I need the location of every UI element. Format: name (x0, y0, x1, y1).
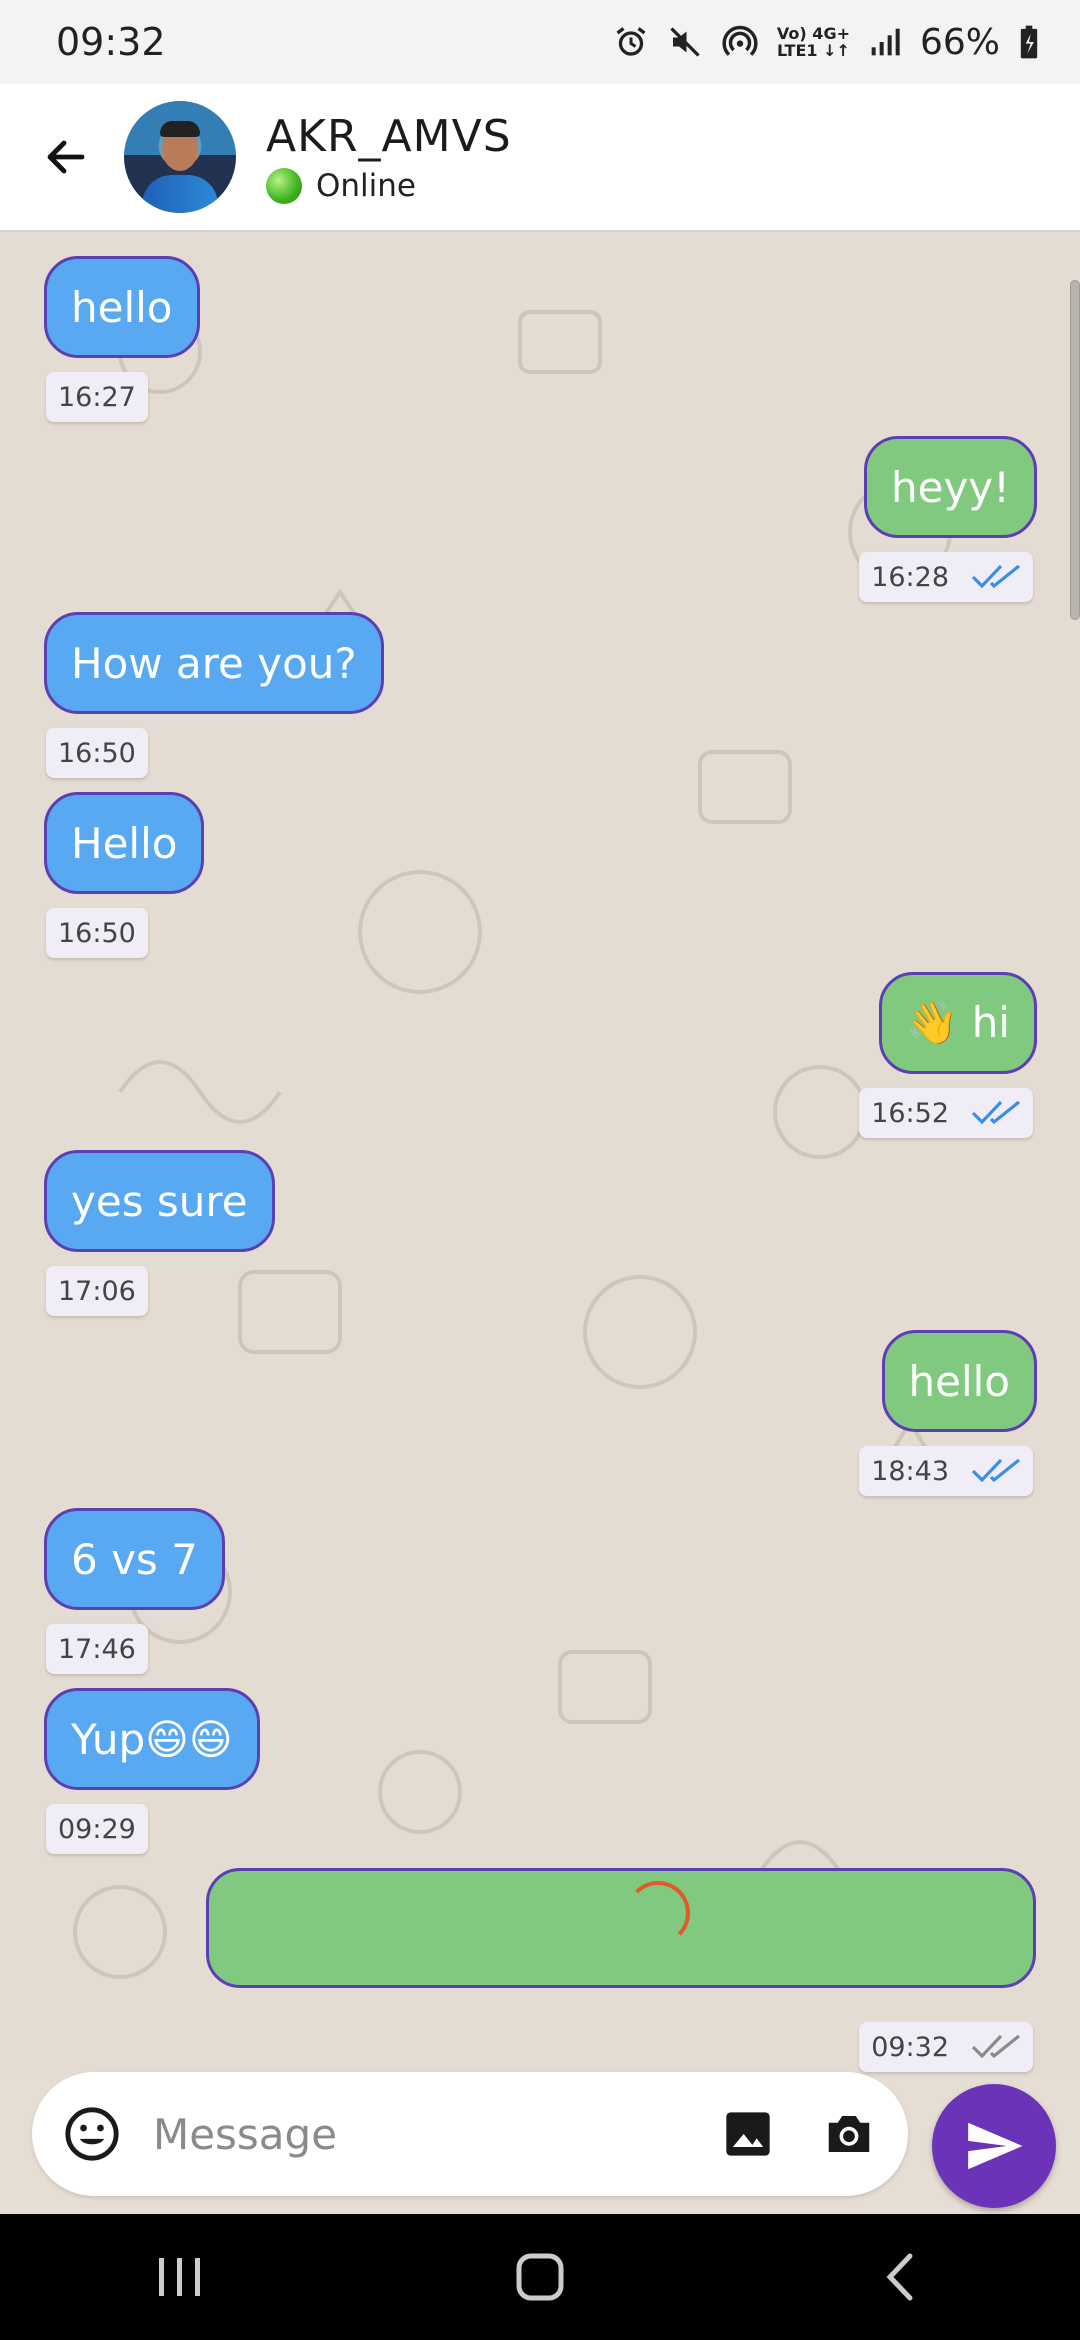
back-button[interactable] (26, 117, 106, 197)
message-time: 09:29 (46, 1804, 148, 1854)
message-text: 👋 hi (906, 998, 1010, 1047)
home-button[interactable] (480, 2227, 600, 2327)
contact-info[interactable]: AKR_AMVS Online (266, 111, 512, 204)
message-time: 16:28 (859, 552, 1033, 602)
message-time: 17:46 (46, 1624, 148, 1674)
message-text: 6 vs 7 (71, 1534, 198, 1584)
message-bubble-outgoing[interactable]: heyy! (863, 436, 1037, 538)
signal-icon (871, 28, 900, 56)
battery-charging-icon (1020, 25, 1038, 59)
network-type: Vo) 4G+ LTE1 ↓↑ (777, 25, 850, 59)
message-text: hello (71, 282, 173, 332)
message-bubble-incoming[interactable]: 6 vs 7 (44, 1508, 225, 1610)
gallery-button[interactable] (720, 2105, 777, 2163)
message-text: hello (908, 1356, 1011, 1406)
network-type-top: Vo) 4G+ (776, 24, 850, 43)
message-input[interactable] (152, 2109, 676, 2159)
message-text: yes sure (71, 1176, 248, 1226)
send-button[interactable] (932, 2084, 1056, 2208)
message-text: heyy! (890, 462, 1010, 512)
camera-icon (829, 2116, 870, 2152)
contact-name: AKR_AMVS (266, 110, 512, 162)
chevron-left-icon (886, 2253, 913, 2301)
camera-button[interactable] (821, 2105, 878, 2163)
message-bubble-outgoing[interactable]: 👋 hi (879, 972, 1037, 1074)
message-bubble-incoming[interactable]: hello (44, 256, 200, 358)
avatar[interactable] (124, 101, 236, 213)
message-bubble-outgoing[interactable]: hello (881, 1330, 1037, 1432)
network-type-bottom: LTE1 ↓↑ (777, 41, 850, 60)
recent-apps-button[interactable] (120, 2227, 240, 2327)
message-bubble-incoming[interactable]: How are you? (44, 612, 384, 714)
message-time: 17:06 (46, 1266, 148, 1316)
recent-apps-icon (159, 2258, 200, 2296)
status-bar: 09:32 Vo) 4G+ LTE1 ↓↑ 66% (0, 0, 1080, 84)
message-time: 16:52 (859, 1088, 1033, 1138)
image-icon (726, 2112, 771, 2156)
message-bubble-incoming[interactable]: yes sure (44, 1150, 275, 1252)
status-icons: Vo) 4G+ LTE1 ↓↑ 66% (613, 22, 1040, 63)
scrollbar-thumb[interactable] (1070, 280, 1080, 620)
read-receipt-icon (971, 1099, 1021, 1127)
read-receipt-icon (971, 563, 1021, 591)
alarm-icon (616, 27, 646, 56)
status-time: 09:32 (56, 20, 166, 64)
online-indicator (266, 167, 302, 204)
contact-status: Online (266, 167, 512, 204)
system-nav-bar (0, 2214, 1080, 2340)
mute-icon (670, 27, 700, 57)
battery-percent: 66% (919, 21, 1000, 63)
delivered-receipt-icon (971, 2033, 1021, 2061)
message-time: 18:43 (859, 1446, 1033, 1496)
message-text: How are you? (71, 638, 357, 688)
message-time: 16:50 (46, 728, 148, 778)
message-list[interactable]: hello 16:27 heyy! 16:28 How are you? 16:… (0, 232, 1080, 2078)
message-text: Hello (71, 818, 178, 868)
message-time: 16:50 (46, 908, 148, 958)
status-text: Online (316, 167, 416, 204)
message-time: 09:32 (859, 2022, 1033, 2072)
message-composer (32, 2072, 908, 2196)
home-icon (516, 2253, 564, 2301)
smiley-icon (65, 2107, 120, 2161)
read-receipt-icon (971, 1457, 1021, 1485)
message-time: 16:27 (46, 372, 148, 422)
message-bubble-incoming[interactable]: Yup😄😄 (44, 1688, 260, 1790)
loading-spinner (626, 1881, 690, 1945)
send-icon (968, 2122, 1023, 2170)
emoji-button[interactable] (62, 2103, 123, 2165)
hotspot-icon (722, 25, 758, 56)
chat-header: AKR_AMVS Online (0, 84, 1080, 232)
message-bubble-incoming[interactable]: Hello (44, 792, 205, 894)
nav-back-button[interactable] (840, 2227, 960, 2327)
message-text: Yup😄😄 (71, 1714, 233, 1764)
message-bubble-uploading[interactable] (206, 1868, 1036, 1988)
arrow-left-icon (47, 140, 85, 174)
